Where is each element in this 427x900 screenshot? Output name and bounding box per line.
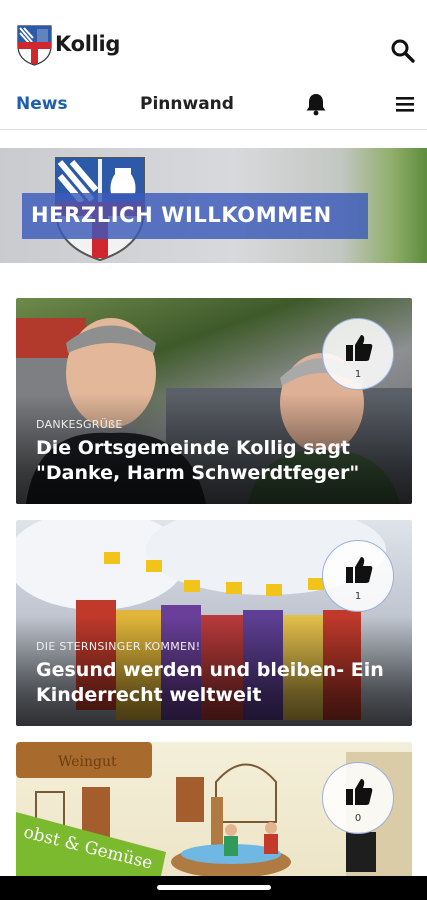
news-card[interactable]: 1 DANKESGRÜßE Die Ortsgemeinde Kollig sa… xyxy=(16,298,412,504)
bell-icon[interactable] xyxy=(303,91,329,117)
tab-pinnwand[interactable]: Pinnwand xyxy=(140,94,234,114)
like-button[interactable]: 1 xyxy=(322,318,394,390)
like-button[interactable]: 0 xyxy=(322,762,394,834)
search-icon[interactable] xyxy=(390,38,416,64)
hero-title: HERZLICH WILLKOMMEN xyxy=(31,203,332,227)
app-bar: Kollig xyxy=(0,0,427,82)
like-count: 1 xyxy=(354,369,362,380)
card-title: Gesund werden und bleiben- Ein Kinderrec… xyxy=(36,659,384,706)
like-count: 0 xyxy=(354,813,362,824)
tab-bar: News Pinnwand xyxy=(0,82,427,130)
tab-news[interactable]: News xyxy=(16,94,68,114)
weingut-sign-text: Weingut xyxy=(58,754,117,770)
thumbs-up-icon xyxy=(346,557,373,583)
card-category: DANKESGRÜßE xyxy=(36,418,123,431)
app-title: Kollig xyxy=(55,32,121,56)
coat-of-arms-icon xyxy=(17,25,52,66)
news-card[interactable]: 1 DIE STERNSINGER KOMMEN! Gesund werden … xyxy=(16,520,412,726)
thumbs-up-icon xyxy=(346,779,373,805)
hamburger-menu-icon[interactable] xyxy=(394,92,416,116)
card-title: Die Ortsgemeinde Kollig sagt "Danke, Har… xyxy=(36,437,360,484)
card-category: DIE STERNSINGER KOMMEN! xyxy=(36,640,201,653)
home-indicator[interactable] xyxy=(157,885,271,890)
like-count: 1 xyxy=(354,591,362,602)
welcome-hero[interactable]: HERZLICH WILLKOMMEN xyxy=(0,148,427,263)
system-navigation-bar xyxy=(0,876,427,900)
like-button[interactable]: 1 xyxy=(322,540,394,612)
thumbs-up-icon xyxy=(346,335,373,361)
